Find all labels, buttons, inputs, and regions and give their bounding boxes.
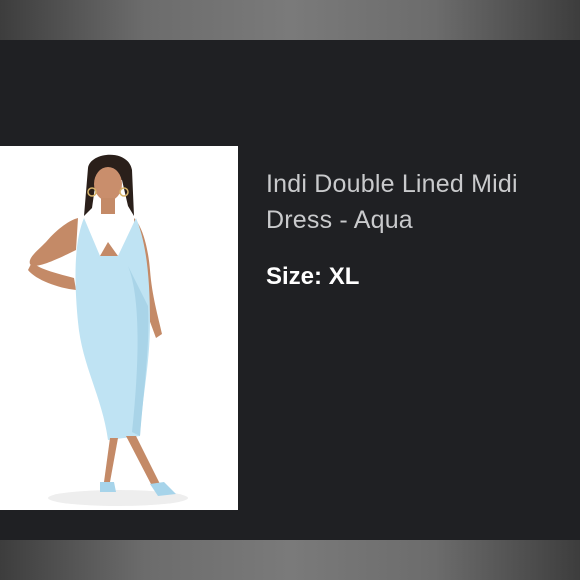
bottom-frame-bar	[0, 540, 580, 580]
listing-frame: Indi Double Lined Midi Dress - Aqua Size…	[0, 0, 580, 580]
product-title[interactable]: Indi Double Lined Midi Dress - Aqua	[266, 166, 566, 238]
top-frame-bar	[0, 0, 580, 40]
size-label: Size:	[266, 263, 323, 290]
product-photo[interactable]	[0, 146, 238, 510]
size-value: XL	[328, 263, 360, 290]
listing-card: Indi Double Lined Midi Dress - Aqua Size…	[0, 40, 580, 540]
model-photo-icon	[0, 146, 238, 510]
product-size: Size: XL	[266, 262, 359, 292]
